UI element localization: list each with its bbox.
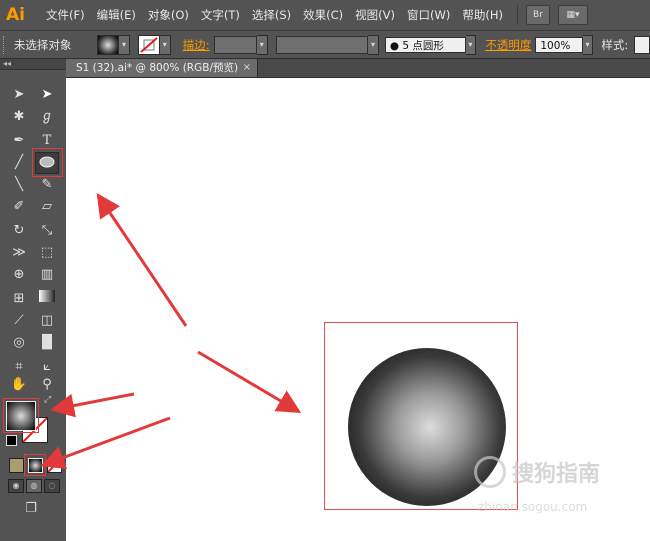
screen-mode-icon[interactable]: ❐ xyxy=(20,501,42,517)
paintbrush-icon[interactable]: ╲ xyxy=(8,175,30,195)
brush-dot-icon: ● xyxy=(389,39,400,52)
brush-dropdown[interactable]: ▾ xyxy=(465,34,477,55)
scale-tool-icon[interactable]: ⤡ xyxy=(36,221,58,241)
stroke-dropdown-arrow[interactable]: ▾ xyxy=(159,34,171,55)
fill-dropdown-arrow[interactable]: ▾ xyxy=(119,34,130,55)
magic-wand-icon[interactable]: ✱ xyxy=(8,107,30,127)
fill-box-highlight xyxy=(3,398,39,433)
ellipse-tool-highlight xyxy=(32,148,63,177)
menu-select[interactable]: 选择(S) xyxy=(246,7,297,23)
menu-window[interactable]: 窗口(W) xyxy=(401,7,456,23)
default-fill-stroke-icon[interactable] xyxy=(6,435,17,446)
mesh-tool-icon[interactable]: ⊞ xyxy=(8,289,30,309)
blend-tool-icon[interactable]: ◫ xyxy=(36,311,58,331)
opacity-field[interactable]: 100% xyxy=(535,36,583,53)
menu-object[interactable]: 对象(O) xyxy=(142,7,195,23)
stroke-weight-dropdown[interactable]: ▾ xyxy=(256,34,268,55)
eraser-icon[interactable]: ▱ xyxy=(36,197,58,217)
artboard-tool-icon[interactable]: ⌗ xyxy=(8,357,30,377)
no-stroke-icon xyxy=(140,36,158,53)
menu-help[interactable]: 帮助(H) xyxy=(456,7,509,23)
variable-width-profile[interactable] xyxy=(275,35,369,54)
color-mode-button[interactable] xyxy=(9,458,24,473)
column-graph-icon[interactable]: ▐▌ xyxy=(36,333,58,353)
watermark-url: zhinan.sogou.com xyxy=(478,500,588,514)
close-icon[interactable]: × xyxy=(243,59,251,77)
perspective-grid-icon[interactable]: ▥ xyxy=(36,265,58,285)
hand-tool-icon[interactable]: ✋ xyxy=(8,375,30,395)
bridge-button[interactable]: Br xyxy=(525,5,550,25)
free-transform-icon[interactable]: ⬚ xyxy=(36,243,58,263)
stroke-label[interactable]: 描边: xyxy=(183,37,210,53)
pencil-icon[interactable]: ✎ xyxy=(36,175,58,195)
none-mode-button[interactable] xyxy=(47,458,62,473)
document-tab[interactable]: S1 (32).ai* @ 800% (RGB/预览) × xyxy=(66,59,258,77)
gradient-tool-icon[interactable] xyxy=(36,289,58,309)
menu-view[interactable]: 视图(V) xyxy=(349,7,401,23)
draw-normal-icon[interactable]: ◉ xyxy=(8,479,24,493)
menu-divider xyxy=(516,5,518,25)
lasso-icon[interactable]: ℊ xyxy=(36,107,58,127)
menu-effect[interactable]: 效果(C) xyxy=(297,7,349,23)
shape-builder-icon[interactable]: ⊕ xyxy=(8,265,30,285)
rotate-tool-icon[interactable]: ↻ xyxy=(8,221,30,241)
menu-file[interactable]: 文件(F) xyxy=(40,7,91,23)
menu-edit[interactable]: 编辑(E) xyxy=(91,7,142,23)
draw-behind-icon[interactable]: ◍ xyxy=(26,479,42,493)
none-mode-icon xyxy=(47,458,62,473)
watermark-text: 搜狗指南 xyxy=(512,462,601,487)
control-bar: 未选择对象 ▾ ▾ 描边: ▾ ▾ ● 5 点圆形 ▾ 不透明度 100% ▾ … xyxy=(0,31,650,59)
opacity-dropdown[interactable]: ▾ xyxy=(582,34,594,55)
selection-tool-icon[interactable]: ➤ xyxy=(8,85,30,105)
brush-definition-field[interactable]: ● 5 点圆形 xyxy=(384,36,466,53)
gradient-swatch-icon xyxy=(39,290,55,302)
slice-tool-icon[interactable]: ⟀ xyxy=(36,357,58,377)
zoom-tool-icon[interactable]: ⚲ xyxy=(36,375,58,395)
tools-panel: ◂◂ ➤ ➤ ✱ ℊ ✒ T ╱ ╲ ✎ ✐ ▱ ↻ ⤡ ≫ ⬚ ⊕ ▥ ⊞ ⟋… xyxy=(0,59,67,541)
arrange-documents-button[interactable]: ▦▾ xyxy=(557,5,588,25)
fill-swatch[interactable] xyxy=(97,34,120,55)
style-label: 样式: xyxy=(601,37,629,52)
swap-fill-stroke-icon[interactable]: ⤢ xyxy=(44,395,51,405)
graphic-style-swatch[interactable] xyxy=(634,35,650,54)
document-tab-bar: S1 (32).ai* @ 800% (RGB/预览) × xyxy=(66,59,650,78)
tools-panel-collapse[interactable]: ◂◂ xyxy=(0,59,66,70)
profile-dropdown[interactable]: ▾ xyxy=(368,34,379,55)
app-logo: Ai xyxy=(6,5,25,25)
gradient-mode-highlight xyxy=(24,454,46,476)
width-tool-icon[interactable]: ≫ xyxy=(8,243,30,263)
symbol-sprayer-icon[interactable]: ◎ xyxy=(8,333,30,353)
line-tool-icon[interactable]: ╱ xyxy=(8,153,30,173)
opacity-label[interactable]: 不透明度 xyxy=(485,37,531,53)
document-tab-title: S1 (32).ai* @ 800% (RGB/预览) xyxy=(76,62,239,74)
draw-inside-icon[interactable]: ◌ xyxy=(44,479,60,493)
blob-brush-icon[interactable]: ✐ xyxy=(8,197,30,217)
menu-bar: Ai 文件(F) 编辑(E) 对象(O) 文字(T) 选择(S) 效果(C) 视… xyxy=(0,0,650,31)
opacity-value: 100% xyxy=(540,39,571,52)
menu-type[interactable]: 文字(T) xyxy=(195,7,246,23)
stroke-swatch[interactable] xyxy=(137,34,160,55)
eyedropper-icon[interactable]: ⟋ xyxy=(8,311,30,331)
control-bar-grip xyxy=(3,35,8,54)
pen-tool-icon[interactable]: ✒ xyxy=(8,131,30,151)
stroke-weight-field[interactable] xyxy=(213,35,257,54)
direct-selection-tool-icon[interactable]: ➤ xyxy=(36,85,58,105)
artboard-canvas[interactable]: 搜狗指南 zhinan.sogou.com xyxy=(66,78,650,541)
brush-definition-value: 5 点圆形 xyxy=(402,39,444,52)
selection-status: 未选择对象 xyxy=(13,37,72,52)
